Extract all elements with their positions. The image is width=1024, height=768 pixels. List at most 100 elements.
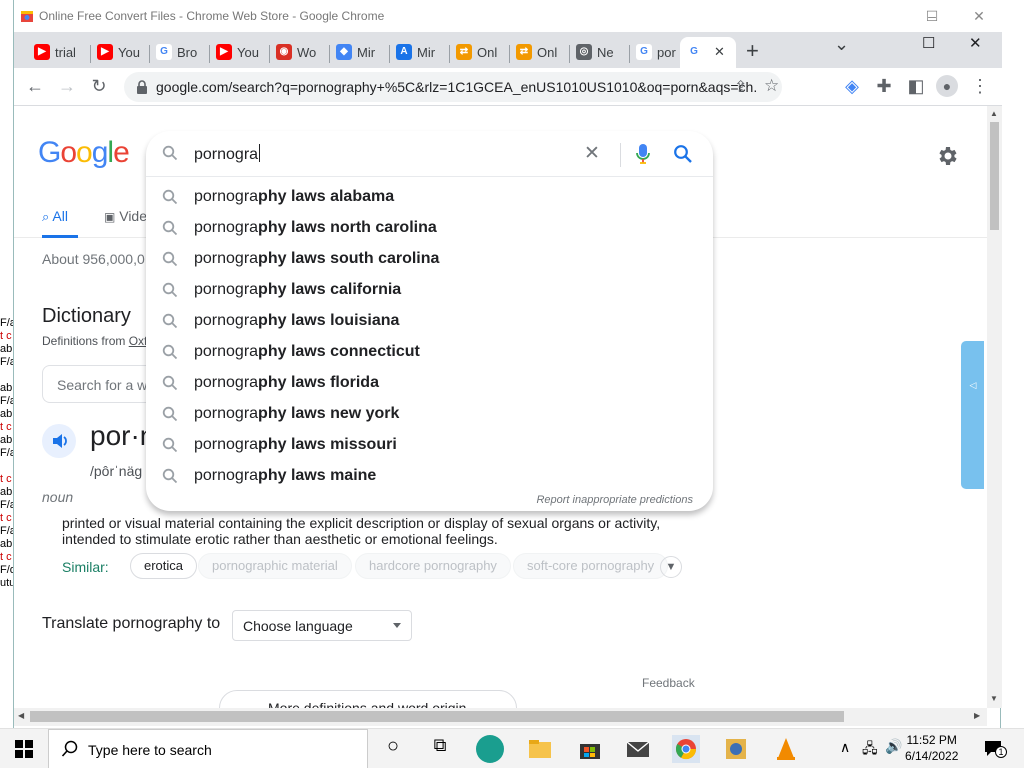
suggestion-item[interactable]: pornography laws connecticut (146, 336, 713, 367)
suggestion-item[interactable]: pornography laws california (146, 274, 713, 305)
suggestion-item[interactable]: pornography laws alabama (146, 181, 713, 212)
app-taskbar-icon[interactable] (722, 735, 750, 763)
address-bar[interactable]: google.com/search?q=pornography+%5C&rlz=… (124, 72, 782, 102)
similar-label: Similar: (62, 559, 109, 575)
definition-text: printed or visual material containing th… (62, 515, 661, 547)
suggestion-item[interactable]: pornography laws maine (146, 460, 713, 491)
maximize-button[interactable]: ☐ (922, 6, 942, 26)
extensions-puzzle-icon[interactable]: ✚ (874, 76, 894, 96)
new-tab-button[interactable]: + (746, 38, 759, 64)
desktop-text-fragment: t c (0, 551, 12, 563)
search-suggestions-dropdown: pornogra ✕ pornography laws alabama porno… (146, 131, 713, 511)
scroll-right-icon[interactable]: ▶ (974, 711, 980, 720)
scroll-down-icon[interactable]: ▼ (990, 694, 998, 703)
share-icon[interactable]: ⇪ (734, 77, 754, 97)
similar-chip[interactable]: erotica (130, 553, 198, 579)
report-predictions-link[interactable]: Report inappropriate predictions (536, 494, 693, 506)
tab-strip: ▶ trial ▶ You G Bro ▶ You ◉ Wo ◆ Mir A Mir ⇄ Onl ⇄ Onl ◎ Ne… (14, 32, 1002, 68)
horizontal-scrollbar[interactable]: ◀ ▶ (14, 708, 987, 726)
chrome-web-store-icon (20, 9, 34, 22)
volume-icon[interactable]: 🔊 (885, 738, 902, 755)
vlc-icon[interactable] (772, 735, 800, 763)
microsoft-store-icon[interactable] (576, 735, 604, 763)
mail-icon[interactable] (624, 735, 652, 763)
window-title: Online Free Convert Files - Chrome Web S… (39, 9, 385, 23)
vertical-scrollbar[interactable]: ▲ ▼ (987, 106, 1002, 708)
task-view-icon[interactable]: ⧉ (426, 735, 454, 763)
browser-tab[interactable]: ⇄ Onl (450, 37, 508, 68)
search-box[interactable]: pornogra ✕ (146, 131, 713, 177)
bookmark-star-icon[interactable]: ☆ (764, 76, 784, 96)
search-icon (162, 220, 178, 236)
taskbar-search[interactable]: Type here to search (48, 729, 368, 768)
language-select[interactable]: Choose language (232, 610, 412, 641)
tab-videos[interactable]: ▣ Vide (104, 208, 147, 224)
suggestion-item[interactable]: pornography laws louisiana (146, 305, 713, 336)
back-icon[interactable]: ← (25, 76, 45, 96)
search-icon (162, 189, 178, 205)
forward-icon[interactable]: → (57, 76, 77, 96)
voice-search-mic-icon[interactable] (634, 142, 652, 166)
windows-start-icon[interactable] (14, 739, 34, 759)
chrome-icon: ◎ (576, 44, 592, 60)
network-icon[interactable]: 🖧 (862, 738, 878, 762)
similar-chip[interactable]: soft-core pornography (513, 553, 669, 579)
scroll-left-icon[interactable]: ◀ (18, 711, 24, 720)
more-definitions-button[interactable]: More definitions and word origin (219, 690, 517, 708)
close-button[interactable]: ✕ (969, 6, 989, 26)
scroll-up-icon[interactable]: ▲ (990, 109, 998, 118)
browser-tab[interactable]: G ✕ (680, 37, 736, 68)
browser-tab[interactable]: ▶ You (210, 37, 268, 68)
tabstrip-close-button[interactable]: ✕ (969, 34, 982, 52)
reload-icon[interactable]: ↻ (89, 76, 109, 96)
vertical-scroll-thumb[interactable] (990, 122, 999, 230)
tab-search-chevron-icon[interactable]: ⌄ (834, 34, 849, 55)
lock-icon[interactable] (136, 80, 148, 94)
settings-gear-icon[interactable] (936, 144, 960, 168)
horizontal-scroll-thumb[interactable] (30, 711, 844, 722)
suggestion-item[interactable]: pornography laws missouri (146, 429, 713, 460)
browser-tab[interactable]: ▶ trial (28, 37, 86, 68)
tabstrip-maximize-button[interactable]: ☐ (922, 34, 935, 52)
browser-tab[interactable]: ◆ Mir (330, 37, 388, 68)
suggestion-item[interactable]: pornography laws north carolina (146, 212, 713, 243)
windows-taskbar: Type here to search ○ ⧉ ∧ 🖧 🔊 11:52 PM 6… (0, 728, 1024, 768)
tray-chevron-up-icon[interactable]: ∧ (840, 739, 850, 756)
clock[interactable]: 11:52 PM 6/14/2022 (905, 732, 958, 764)
browser-tab[interactable]: ▶ You (91, 37, 149, 68)
side-panel-icon[interactable]: ◧ (906, 76, 926, 96)
menu-kebab-icon[interactable]: ⋮ (970, 76, 990, 96)
youtube-icon: ▶ (216, 44, 232, 60)
browser-tab[interactable]: ◎ Ne (570, 37, 628, 68)
notifications-icon[interactable]: 1 (983, 739, 1007, 758)
clear-search-icon[interactable]: ✕ (584, 144, 604, 164)
tab-label: You (237, 45, 259, 60)
similar-chip[interactable]: hardcore pornography (355, 553, 511, 579)
browser-tab[interactable]: ⇄ Onl (510, 37, 568, 68)
file-explorer-icon[interactable] (526, 735, 554, 763)
browser-tab[interactable]: ◉ Wo (270, 37, 328, 68)
profile-avatar-icon[interactable]: ● (936, 75, 958, 97)
pronunciation-speaker-icon[interactable] (42, 424, 76, 458)
suggestion-item[interactable]: pornography laws south carolina (146, 243, 713, 274)
browser-tab[interactable]: G Bro (150, 37, 208, 68)
similar-chip[interactable]: pornographic material (198, 553, 352, 579)
browser-tab[interactable]: A Mir (390, 37, 448, 68)
feedback-link[interactable]: Feedback (642, 676, 695, 690)
chrome-taskbar-icon[interactable] (672, 735, 700, 763)
google-logo[interactable]: Google (38, 136, 130, 170)
search-input[interactable]: pornogra (194, 144, 261, 164)
suggestion-item[interactable]: pornography laws new york (146, 398, 713, 429)
extension-diamond-icon[interactable]: ◈ (842, 76, 862, 96)
oxford-link[interactable]: Oxf (129, 334, 148, 348)
tab-close-icon[interactable]: ✕ (714, 44, 725, 60)
search-submit-icon[interactable] (673, 144, 693, 164)
language-select-value: Choose language (243, 618, 353, 634)
expand-similar-chevron-icon[interactable]: ▼ (660, 556, 682, 578)
cortana-icon[interactable]: ○ (379, 735, 407, 763)
tab-all[interactable]: ⌕ All (42, 208, 68, 225)
suggestion-item[interactable]: pornography laws florida (146, 367, 713, 398)
side-extension-widget[interactable]: ◁ (961, 341, 984, 489)
edge-icon[interactable] (476, 735, 504, 763)
url-text[interactable]: google.com/search?q=pornography+%5C&rlz=… (156, 79, 756, 95)
